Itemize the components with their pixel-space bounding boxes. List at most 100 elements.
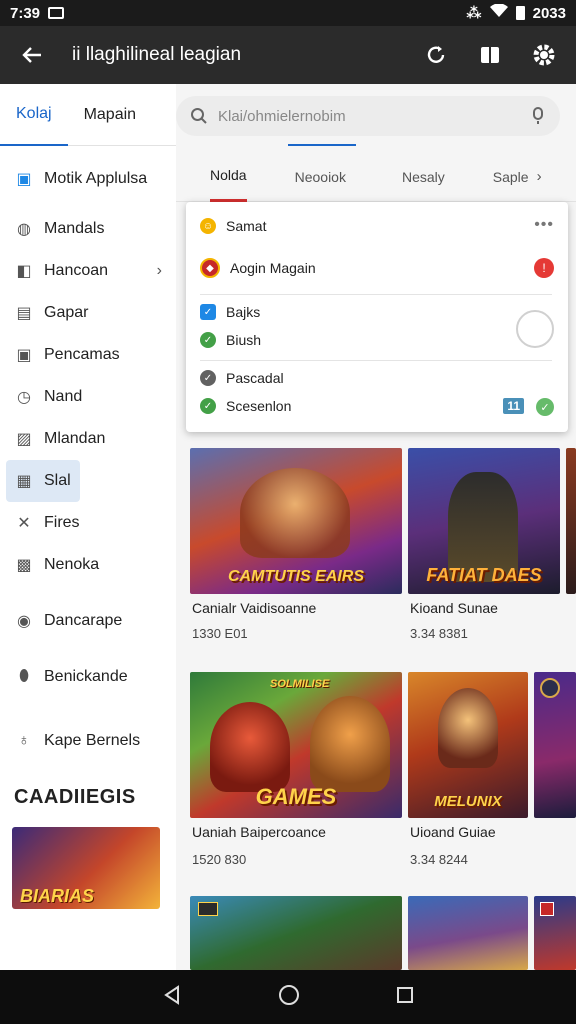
game-meta: 3.34 8244	[410, 852, 468, 867]
sidebar-item-label: Mandals	[44, 220, 105, 237]
mic-icon[interactable]	[530, 107, 546, 125]
sidebar-item-1[interactable]: ◍ Mandals	[0, 208, 176, 250]
sidebar-item-12[interactable]: ♁ Kape Bernels	[0, 720, 176, 762]
app-title: ii llaghilineal leagian	[72, 44, 242, 65]
thumbnail-art-text: MELUNIX	[434, 793, 502, 810]
tools-icon: ✕	[17, 515, 31, 532]
photo-icon: ▨	[16, 431, 32, 448]
refresh-button[interactable]	[416, 35, 456, 75]
status-time: 7:39	[10, 4, 41, 22]
gallery-notification-icon	[48, 7, 65, 19]
settings-button[interactable]	[524, 35, 564, 75]
game-card[interactable]	[190, 896, 402, 970]
tab-3[interactable]: Saple	[493, 152, 529, 202]
game-thumbnail	[534, 672, 576, 818]
game-title: Canialr Vaidisoanne	[192, 600, 317, 616]
system-nav-bar	[0, 970, 576, 1024]
game-card[interactable]: CAMTUTIS EAIRS Canialr Vaidisoanne 1330 …	[190, 448, 402, 648]
more-options-icon[interactable]: •••	[534, 216, 554, 234]
game-card[interactable]	[566, 448, 576, 594]
thumbnail-art-text: FATIAT DAES	[426, 565, 542, 585]
nav-home-button[interactable]	[278, 984, 300, 1011]
sidebar-item-10[interactable]: ◉ Dancarape	[0, 600, 176, 642]
sidebar-item-9[interactable]: ▩ Nenoka	[0, 544, 176, 586]
sidebar-tabs: Kolaj Mapain	[0, 84, 176, 146]
main-tabs: Nolda Neooiok Nesaly Saple ›	[176, 152, 576, 202]
thumbnail-art-text: CAMTUTIS EAIRS	[228, 568, 364, 585]
battery-icon	[515, 6, 525, 20]
status-bar: 7:39 ⁂ 2033	[0, 0, 576, 26]
sidebar-item-7[interactable]: ▦ Slal	[6, 460, 80, 502]
app-bar: ii llaghilineal leagian	[0, 26, 576, 84]
tab-2[interactable]: Nesaly	[402, 152, 445, 202]
book-icon	[481, 47, 499, 63]
vibrate-icon: ⁂	[466, 5, 482, 22]
book-button[interactable]	[470, 35, 510, 75]
popup-header-row[interactable]: ☺ Samat	[200, 218, 266, 234]
popup-row-3[interactable]: ✓ Scesenlon	[200, 398, 291, 414]
popup-row-label: Scesenlon	[226, 398, 292, 414]
popup-badge: 11	[503, 398, 524, 414]
sidebar-tab-1[interactable]: Mapain	[68, 84, 152, 146]
game-title: Kioand Sunae	[410, 600, 498, 616]
game-card[interactable]	[408, 896, 528, 970]
game-card[interactable]	[534, 896, 576, 970]
check-circle-icon: ✓	[200, 332, 216, 348]
circle-home-icon	[279, 984, 299, 1005]
chevron-right-icon: ›	[156, 262, 162, 279]
wifi-icon	[489, 3, 508, 22]
popup-row-label: Bajks	[226, 304, 261, 320]
sidebar: Kolaj Mapain ▣ Motik Applulsa ◍ Mandals …	[0, 84, 176, 970]
sidebar-item-6[interactable]: ▨ Mlandan	[0, 418, 176, 460]
thumbnail-art-text: BIARIAS	[20, 886, 95, 906]
game-card[interactable]: SOLMILISE GAMES Uaniah Baipercoance 1520…	[190, 672, 402, 872]
popup-row-1[interactable]: ✓ Biush	[200, 332, 261, 348]
game-thumbnail	[408, 896, 528, 970]
popup-row-2[interactable]: ✓ Pascadal	[200, 370, 284, 386]
refresh-icon	[427, 46, 445, 63]
triangle-back-icon	[164, 984, 179, 1005]
game-title: Uioand Guiae	[410, 824, 496, 840]
popup-row-label: Pascadal	[226, 370, 284, 386]
popup-header-label: Samat	[226, 218, 267, 234]
sidebar-item-label: Slal	[44, 472, 71, 489]
app-logo-icon: ◆	[200, 258, 220, 278]
nav-back-button[interactable]	[162, 984, 182, 1010]
search-underline	[288, 144, 356, 146]
sidebar-item-11[interactable]: ⬮ Benickande	[0, 656, 176, 698]
check-circle-icon: ✓	[200, 398, 216, 414]
badge-icon	[540, 678, 560, 698]
clock-icon: ◷	[17, 389, 31, 406]
sidebar-item-label: Nand	[44, 388, 83, 405]
tab-0[interactable]: Nolda	[210, 152, 247, 202]
search-input[interactable]: Klai/ohmielernobim	[218, 108, 530, 125]
sidebar-section-title: CAADIIEGIS	[14, 786, 136, 808]
sidebar-tab-0[interactable]: Kolaj	[0, 84, 68, 146]
nav-recents-button[interactable]	[396, 986, 414, 1009]
tab-1[interactable]: Neooiok	[295, 152, 346, 202]
popup-row-0[interactable]: ✓ Bajks	[200, 304, 260, 320]
sidebar-game-thumbnail[interactable]: BIARIAS	[12, 827, 160, 909]
chevron-right-icon[interactable]: ›	[537, 168, 542, 185]
sidebar-item-4[interactable]: ▣ Pencamas	[0, 334, 176, 376]
game-card[interactable]	[534, 672, 576, 818]
sidebar-item-3[interactable]: ▤ Gapar	[0, 292, 176, 334]
sidebar-item-8[interactable]: ✕ Fires	[0, 502, 176, 544]
location-icon: ◉	[17, 613, 31, 630]
sidebar-item-2[interactable]: ◧ Hancoan ›	[0, 250, 176, 292]
sidebar-item-5[interactable]: ◷ Nand	[0, 376, 176, 418]
sidebar-item-label: Fires	[44, 514, 80, 531]
popup-title-row[interactable]: ◆ Aogin Magain	[200, 258, 316, 278]
users-icon: ♁	[18, 732, 30, 749]
gear-icon	[533, 44, 555, 66]
sidebar-item-0[interactable]: ▣ Motik Applulsa	[0, 158, 176, 200]
game-card[interactable]: MELUNIX Uioand Guiae 3.34 8244	[408, 672, 528, 872]
game-meta: 1330 E01	[192, 626, 248, 641]
search-bar[interactable]: Klai/ohmielernobim	[176, 96, 560, 136]
gallery-icon: ▩	[16, 557, 32, 574]
back-button[interactable]	[12, 35, 52, 75]
thumbnail-badge-icon	[198, 902, 218, 916]
alert-badge-icon: !	[534, 258, 554, 278]
game-title: Uaniah Baipercoance	[192, 824, 326, 840]
game-card[interactable]: FATIAT DAES Kioand Sunae 3.34 8381	[408, 448, 560, 648]
